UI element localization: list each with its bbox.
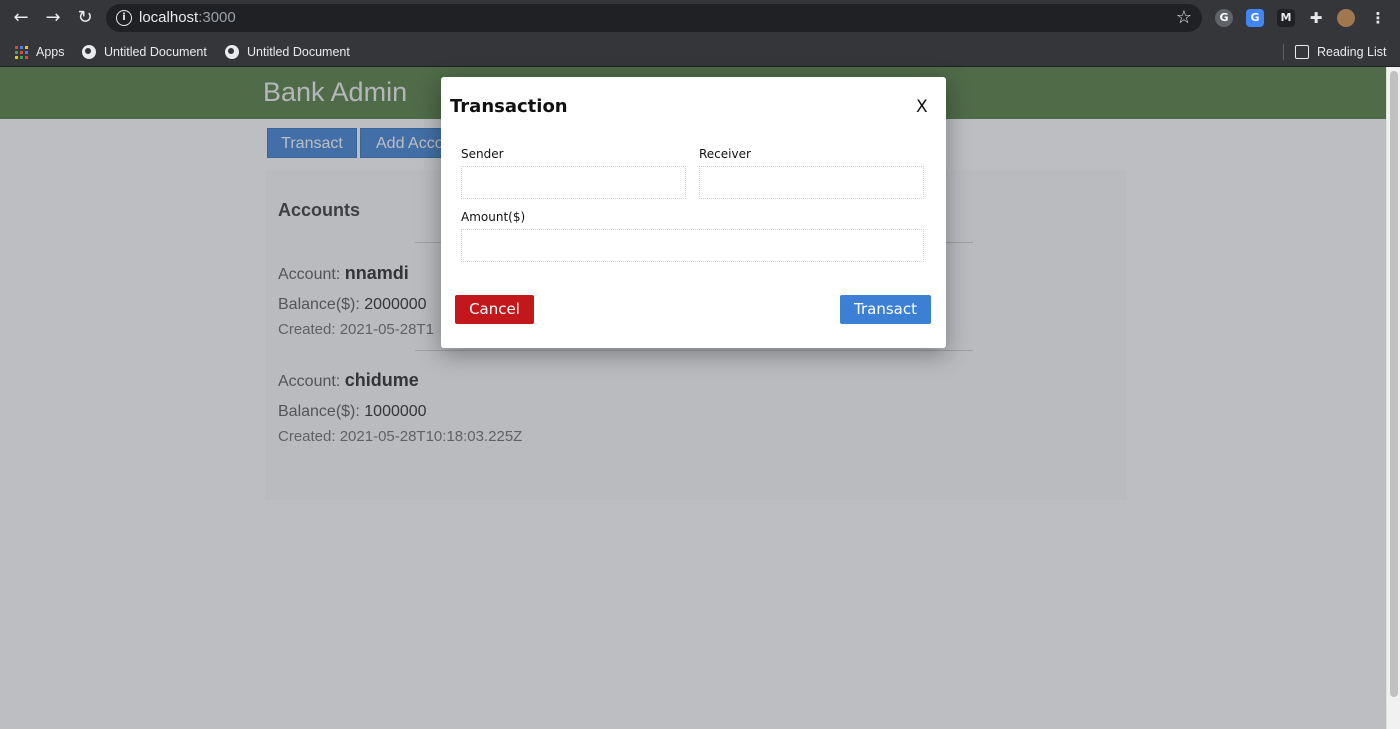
close-button[interactable]: X (916, 97, 928, 117)
apps-grid-icon (15, 45, 28, 59)
extension-m-icon[interactable]: M (1277, 9, 1295, 27)
globe-icon (225, 45, 239, 59)
scrollbar[interactable] (1386, 67, 1400, 729)
modal-title: Transaction (450, 96, 568, 117)
sender-label: Sender (461, 147, 504, 161)
transact-button[interactable]: Transact (840, 295, 931, 324)
bookmark-untitled-2[interactable]: Untitled Document (225, 42, 350, 62)
puzzle-icon[interactable]: ✚ (1307, 9, 1325, 27)
kebab-menu-icon[interactable]: ⋮ (1369, 9, 1387, 27)
receiver-label: Receiver (699, 147, 751, 161)
receiver-input[interactable] (699, 166, 924, 199)
reload-icon[interactable]: ↻ (75, 8, 95, 28)
site-info-icon[interactable]: i (116, 10, 132, 26)
bookmark-untitled-1[interactable]: Untitled Document (82, 42, 207, 62)
transaction-modal: Transaction X Sender Receiver Amount($) … (441, 77, 946, 348)
forward-icon[interactable]: → (43, 8, 63, 28)
bookmark-apps[interactable]: Apps (15, 42, 65, 62)
sender-input[interactable] (461, 166, 686, 199)
star-icon[interactable]: ☆ (1176, 7, 1192, 28)
amount-input[interactable] (461, 229, 924, 262)
bookmark-separator (1283, 44, 1284, 60)
address-bar[interactable]: i localhost:3000 ☆ (106, 4, 1202, 32)
bookmarks-bar: Apps Untitled Document Untitled Document… (0, 36, 1400, 67)
grammarly-icon[interactable]: G (1215, 9, 1233, 27)
amount-label: Amount($) (461, 210, 526, 224)
cancel-button[interactable]: Cancel (455, 295, 534, 324)
url-text[interactable]: localhost:3000 (139, 9, 236, 26)
scrollbar-thumb[interactable] (1390, 71, 1398, 697)
avatar-icon[interactable] (1337, 9, 1355, 27)
reading-list-icon (1295, 45, 1309, 59)
browser-toolbar: ← → ↻ i localhost:3000 ☆ G G M ✚ ⋮ (0, 0, 1400, 36)
reading-list-button[interactable]: Reading List (1295, 42, 1387, 62)
back-icon[interactable]: ← (11, 8, 31, 28)
translate-icon[interactable]: G (1246, 9, 1264, 27)
globe-icon (82, 45, 96, 59)
